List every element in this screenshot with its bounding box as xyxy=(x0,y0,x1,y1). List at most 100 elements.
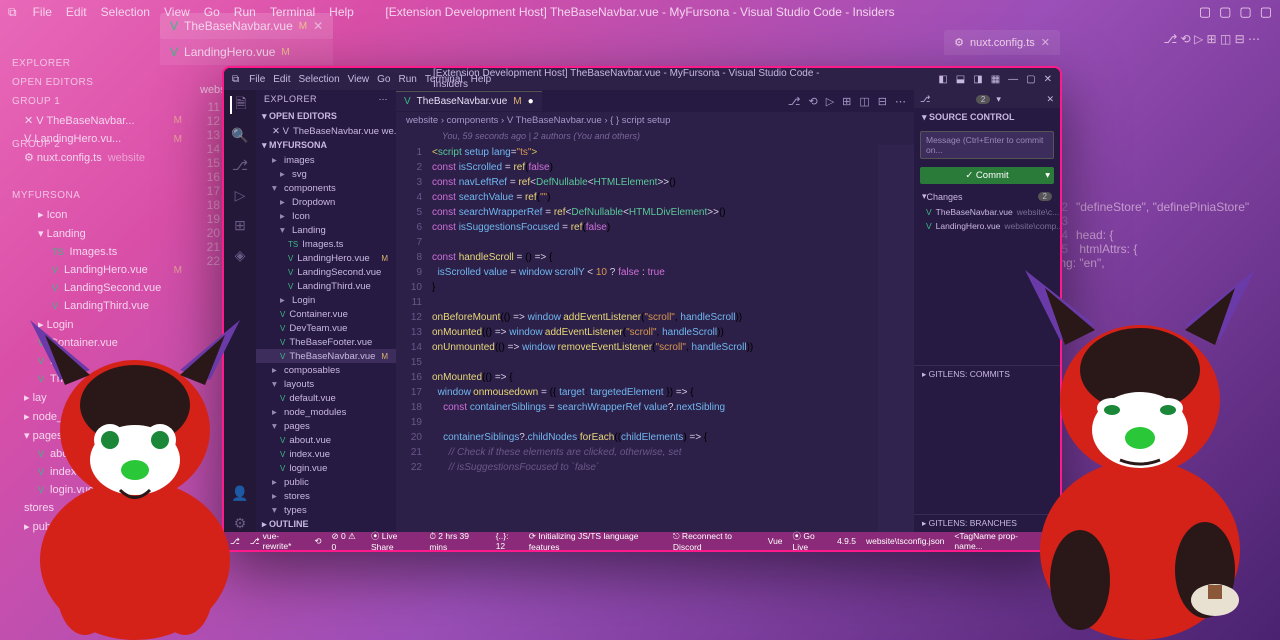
menu-selection[interactable]: Selection xyxy=(101,5,150,19)
menu-run[interactable]: Run xyxy=(398,74,416,85)
close-icon[interactable]: ✕ V xyxy=(272,126,289,137)
layout-left-icon[interactable]: ▢ xyxy=(1199,4,1211,20)
code-line[interactable]: 15 xyxy=(396,355,914,370)
lang-mode[interactable]: Vue xyxy=(768,530,783,552)
tab-action-icon[interactable]: ◫ xyxy=(859,95,869,108)
layout-grid-icon[interactable]: ▢ xyxy=(1260,4,1272,20)
bg-tab-right[interactable]: ⚙ nuxt.config.ts ✕ xyxy=(944,30,1060,55)
commit-button[interactable]: ✓ Commit▾ xyxy=(920,167,1054,184)
close-icon[interactable]: ✕ xyxy=(1041,36,1050,49)
code-line[interactable]: 8const handleScroll = () => { xyxy=(396,250,914,265)
layout-icon[interactable]: ▦ xyxy=(991,74,1000,85)
tree-item[interactable]: ▸Icon xyxy=(256,209,396,223)
layout-right-icon[interactable]: ▢ xyxy=(1239,4,1251,20)
code-line[interactable]: 12onBeforeMount(() => window.addEventLis… xyxy=(396,310,914,325)
tree-item[interactable]: TSImages.ts xyxy=(256,237,396,251)
commit-message-input[interactable]: Message (Ctrl+Enter to commit on... xyxy=(920,131,1054,159)
minimap[interactable] xyxy=(878,145,914,532)
layout-icon[interactable]: ◧ xyxy=(938,74,947,85)
layout-icon[interactable]: ◨ xyxy=(973,74,982,85)
code-line[interactable]: 22 // isSuggestionsFocused to `false` xyxy=(396,460,914,475)
close-icon[interactable]: ✕ xyxy=(1044,74,1052,85)
code-line[interactable]: 19 xyxy=(396,415,914,430)
discord-reconnect[interactable]: ⎋ Reconnect to Discord xyxy=(673,531,758,552)
changed-file[interactable]: VTheBaseNavbar.vue website\c...M xyxy=(914,205,1060,219)
tab-action-icon[interactable]: ⊞ xyxy=(842,95,851,108)
code-line[interactable]: 18 const containerSiblings = searchWrapp… xyxy=(396,400,914,415)
code-line[interactable]: 21 // Check if these elements are clicke… xyxy=(396,445,914,460)
tree-item[interactable]: ▸images xyxy=(256,153,396,167)
layout-icon[interactable]: ⬓ xyxy=(956,74,965,85)
maximize-icon[interactable]: ▢ xyxy=(1026,74,1035,85)
code-line[interactable]: 1<script setup lang="ts"> xyxy=(396,145,914,160)
tree-item[interactable]: VLandingHero.vueM xyxy=(256,251,396,265)
chevron-down-icon[interactable]: ▾ xyxy=(1045,170,1050,181)
git-icon[interactable]: ⎇ xyxy=(231,156,249,174)
code-line[interactable]: 14onUnmounted(() => window.removeEventLi… xyxy=(396,340,914,355)
tree-item[interactable]: VLandingSecond.vue xyxy=(256,265,396,279)
menu-file[interactable]: File xyxy=(249,74,265,85)
code-line[interactable]: 17 window.onmousedown = ({ target: targe… xyxy=(396,385,914,400)
code-line[interactable]: 3const navLeftRef = ref<DefNullable<HTML… xyxy=(396,175,914,190)
code-line[interactable]: 16onMounted(() => { xyxy=(396,370,914,385)
remote-icon[interactable]: ◈ xyxy=(231,246,249,264)
json-stat[interactable]: {..}: 12 xyxy=(496,531,519,551)
changed-file[interactable]: VLandingHero.vue website\comp...M xyxy=(914,219,1060,233)
menu-edit[interactable]: Edit xyxy=(273,74,290,85)
more-icon[interactable]: ⋯ xyxy=(379,94,389,105)
tree-item[interactable]: ▸Login xyxy=(256,293,396,307)
tree-item[interactable]: ▾components xyxy=(256,181,396,195)
tree-item[interactable]: TS Images.ts xyxy=(4,243,200,261)
code-line[interactable]: 7 xyxy=(396,235,914,250)
layout-bottom-icon[interactable]: ▢ xyxy=(1219,4,1231,20)
open-editor-item[interactable]: ✕ V TheBaseNavbar...M xyxy=(4,111,200,130)
debug-icon[interactable]: ▷ xyxy=(231,186,249,204)
code-line[interactable]: 9 isScrolled.value = window.scrollY < 10… xyxy=(396,265,914,280)
menu-selection[interactable]: Selection xyxy=(299,74,340,85)
bg-tab[interactable]: V TheBaseNavbar.vue M ✕ xyxy=(160,13,333,39)
tree-item[interactable]: ▸Dropdown xyxy=(256,195,396,209)
menu-go[interactable]: Go xyxy=(377,74,390,85)
menu-edit[interactable]: Edit xyxy=(66,5,87,19)
tab-action-icon[interactable]: ⎇ xyxy=(788,95,801,108)
live-share[interactable]: ⦿ Live Share xyxy=(371,530,419,552)
editor-tab[interactable]: V TheBaseNavbar.vue M ● xyxy=(396,91,542,111)
code-line[interactable]: 11 xyxy=(396,295,914,310)
tab-action-icon[interactable]: ⊟ xyxy=(878,95,887,108)
sync-icon[interactable]: ⟲ xyxy=(314,536,321,547)
changes-header[interactable]: ▾ Changes2 xyxy=(914,188,1060,205)
open-editors-section[interactable]: ▾ OPEN EDITORS xyxy=(256,109,396,124)
problems[interactable]: ⊘ 0 ⚠ 0 xyxy=(332,531,361,552)
tree-item[interactable]: ▾ Landing xyxy=(4,224,200,243)
tree-item[interactable]: ▾Landing xyxy=(256,223,396,237)
tree-item[interactable]: V LandingSecond.vue xyxy=(4,279,200,297)
menu-view[interactable]: View xyxy=(348,74,370,85)
code-line[interactable]: 5const searchWrapperRef = ref<DefNullabl… xyxy=(396,205,914,220)
ts-version[interactable]: 4.9.5 xyxy=(837,530,856,552)
code-line[interactable]: 10} xyxy=(396,280,914,295)
extensions-icon[interactable]: ⊞ xyxy=(231,216,249,234)
tree-item[interactable]: V LandingHero.vueM xyxy=(4,261,200,279)
files-icon[interactable]: 🗎 xyxy=(230,96,248,114)
search-icon[interactable]: 🔍 xyxy=(231,126,249,144)
chevron-down-icon[interactable]: ▾ xyxy=(996,94,1001,105)
breadcrumb[interactable]: website › components › V TheBaseNavbar.v… xyxy=(396,112,914,129)
code-line[interactable]: 6const isSuggestionsFocused = ref(false) xyxy=(396,220,914,235)
minimize-icon[interactable]: — xyxy=(1008,74,1018,85)
tree-item[interactable]: ▸svg xyxy=(256,167,396,181)
code-editor[interactable]: 1<script setup lang="ts">2const isScroll… xyxy=(396,145,914,532)
code-line[interactable]: 20 containerSiblings?.childNodes.forEach… xyxy=(396,430,914,445)
code-line[interactable]: 4const searchValue = ref("") xyxy=(396,190,914,205)
tsconfig-path[interactable]: website\tsconfig.json xyxy=(866,530,944,552)
close-icon[interactable]: ✕ xyxy=(1046,94,1054,105)
go-live[interactable]: ⦿ Go Live xyxy=(793,530,828,552)
tree-item[interactable]: VLandingThird.vue xyxy=(256,279,396,293)
tab-action-icon[interactable]: ⋯ xyxy=(895,95,906,108)
close-icon[interactable]: ✕ xyxy=(313,19,323,33)
code-line[interactable]: 13onMounted(() => window.addEventListene… xyxy=(396,325,914,340)
tree-item[interactable]: ▸ Icon xyxy=(4,205,200,224)
code-line[interactable]: 2const isScrolled = ref(false) xyxy=(396,160,914,175)
menu-file[interactable]: File xyxy=(33,5,52,19)
tab-action-icon[interactable]: ⟲ xyxy=(808,95,817,108)
time-tracker[interactable]: ⏱ 2 hrs 39 mins xyxy=(429,531,485,552)
